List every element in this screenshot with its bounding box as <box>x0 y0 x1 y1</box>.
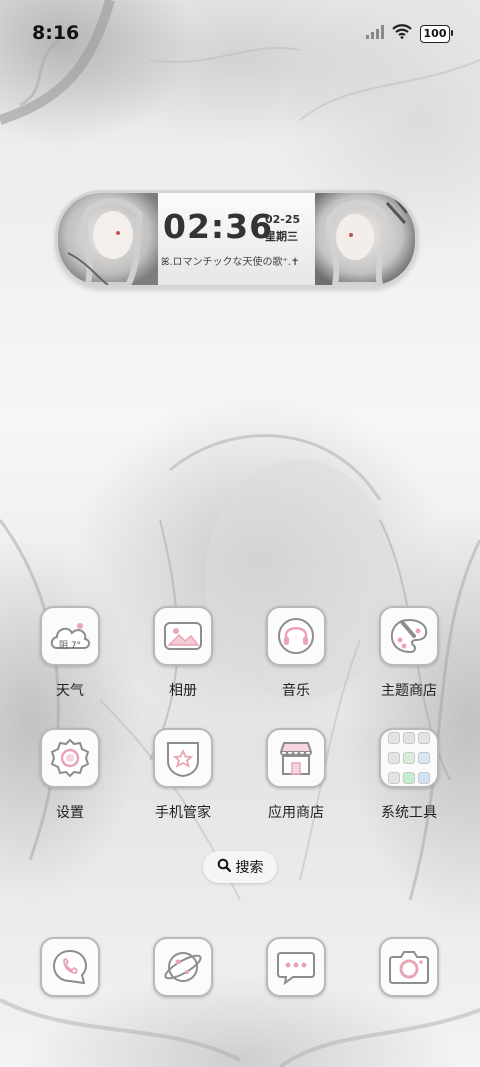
folder-app-icon <box>403 751 415 764</box>
search-label: 搜索 <box>235 860 264 876</box>
folder-app-icon <box>418 771 430 784</box>
dock-browser[interactable] <box>143 937 223 997</box>
dock-camera[interactable] <box>369 937 449 997</box>
status-bar: 8:16 100 <box>0 0 480 68</box>
wallpaper <box>0 0 480 1067</box>
widget-time: 02:36 <box>163 207 274 246</box>
weather-badge: 阴 7° <box>58 641 82 651</box>
app-label: 设置 <box>56 805 84 821</box>
folder-app-icon <box>403 771 415 784</box>
app-label: 手机管家 <box>155 805 211 821</box>
message-icon[interactable] <box>266 937 326 997</box>
folder-app-icon <box>388 732 400 745</box>
battery-indicator: 100 <box>420 24 453 43</box>
app-label: 主题商店 <box>381 683 437 699</box>
widget-date: 02-25 <box>265 213 301 226</box>
browser-planet-icon[interactable] <box>153 937 213 997</box>
weather-icon[interactable]: 阴 7° <box>40 606 100 666</box>
widget-caption: ꕤ.ロマンチックな天使の歌⁺.✝ <box>161 257 300 268</box>
app-system-tools-folder[interactable]: 系统工具 <box>369 728 449 822</box>
search-icon <box>217 858 231 876</box>
portrait-right-image <box>315 193 415 285</box>
app-theme-store[interactable]: 主题商店 <box>369 606 449 700</box>
folder-app-icon <box>418 751 430 764</box>
status-icons: 100 <box>366 24 453 43</box>
headphones-icon[interactable] <box>266 606 326 666</box>
gear-icon[interactable] <box>40 728 100 788</box>
wifi-icon <box>392 24 412 43</box>
folder-icon[interactable] <box>379 728 439 788</box>
app-store[interactable]: 应用商店 <box>256 728 336 822</box>
app-label: 音乐 <box>282 683 310 699</box>
palette-icon[interactable] <box>379 606 439 666</box>
folder-app-icon <box>403 732 415 745</box>
app-label: 天气 <box>56 683 84 699</box>
folder-app-icon <box>418 732 430 745</box>
clock-time: 8:16 <box>32 22 80 44</box>
app-music[interactable]: 音乐 <box>256 606 336 700</box>
store-icon[interactable] <box>266 728 326 788</box>
app-weather[interactable]: 阴 7° 天气 <box>30 606 110 700</box>
widget-weekday: 星期三 <box>265 230 298 243</box>
app-settings[interactable]: 设置 <box>30 728 110 822</box>
gallery-icon[interactable] <box>153 606 213 666</box>
dock-phone[interactable] <box>30 937 110 997</box>
camera-icon[interactable] <box>379 937 439 997</box>
app-label: 相册 <box>169 683 197 699</box>
app-gallery[interactable]: 相册 <box>143 606 223 700</box>
dock-messages[interactable] <box>256 937 336 997</box>
shield-star-icon[interactable] <box>153 728 213 788</box>
clock-widget[interactable]: 02:36 02-25 星期三 ꕤ.ロマンチックな天使の歌⁺.✝ <box>55 190 418 288</box>
search-button[interactable]: 搜索 <box>203 851 277 883</box>
folder-app-icon <box>388 771 400 784</box>
phone-icon[interactable] <box>40 937 100 997</box>
app-phone-manager[interactable]: 手机管家 <box>143 728 223 822</box>
portrait-left-image <box>58 193 158 285</box>
signal-icon <box>366 24 384 43</box>
app-label: 应用商店 <box>268 805 324 821</box>
app-label: 系统工具 <box>381 805 437 821</box>
folder-app-icon <box>388 751 400 764</box>
